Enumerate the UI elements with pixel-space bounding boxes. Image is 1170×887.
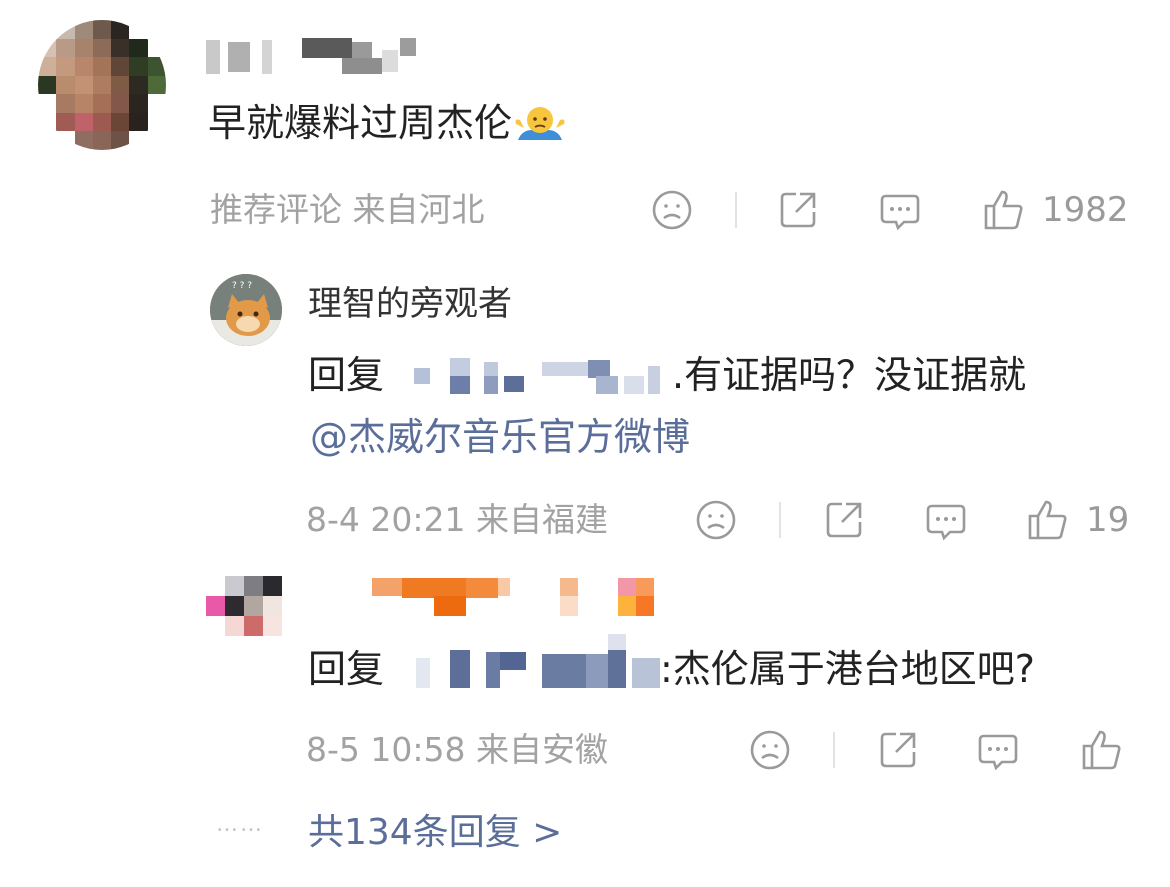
comment-icon[interactable]	[924, 498, 968, 542]
more-replies-dots: ……	[216, 812, 264, 837]
dislike-icon[interactable]	[694, 498, 738, 542]
avatar[interactable]	[206, 576, 282, 636]
share-icon[interactable]	[776, 188, 820, 232]
dislike-icon[interactable]	[748, 728, 792, 772]
comment-icon[interactable]	[976, 728, 1020, 772]
svg-text:? ? ?: ? ? ?	[232, 281, 252, 291]
like-icon[interactable]	[982, 188, 1026, 232]
reply-prefix: 回复	[308, 647, 385, 691]
like-icon[interactable]	[1080, 728, 1124, 772]
comment-meta: 推荐评论 来自河北	[210, 190, 485, 229]
like-icon[interactable]	[1026, 498, 1070, 542]
replied-user-redacted[interactable]	[410, 634, 662, 692]
mention-link[interactable]: @杰威尔音乐官方微博	[310, 414, 690, 460]
comment-icon[interactable]	[878, 188, 922, 232]
divider	[833, 732, 835, 768]
replied-user-redacted[interactable]	[410, 356, 672, 396]
reply-text: .有证据吗？没证据就	[672, 353, 1027, 397]
divider	[735, 192, 737, 228]
avatar[interactable]: ? ? ?	[210, 274, 282, 346]
reply-text: :杰伦属于港台地区吧?	[660, 647, 1035, 691]
username-redacted[interactable]	[206, 36, 416, 76]
like-count: 1982	[1042, 190, 1129, 230]
reply-prefix: 回复	[308, 353, 385, 397]
like-count: 19	[1086, 500, 1130, 540]
dislike-icon[interactable]	[650, 188, 694, 232]
shrug-emoji	[512, 100, 568, 146]
comment-text: 早就爆料过周杰伦	[208, 100, 568, 146]
share-icon[interactable]	[822, 498, 866, 542]
reply-meta: 8-5 10:58 来自安徽	[306, 730, 608, 769]
divider	[779, 502, 781, 538]
more-replies-link[interactable]: 共134条回复 >	[308, 810, 562, 856]
avatar[interactable]	[38, 20, 166, 150]
reply-meta: 8-4 20:21 来自福建	[306, 500, 608, 539]
share-icon[interactable]	[876, 728, 920, 772]
username-redacted[interactable]	[372, 578, 662, 618]
reply-username[interactable]: 理智的旁观者	[308, 283, 512, 325]
